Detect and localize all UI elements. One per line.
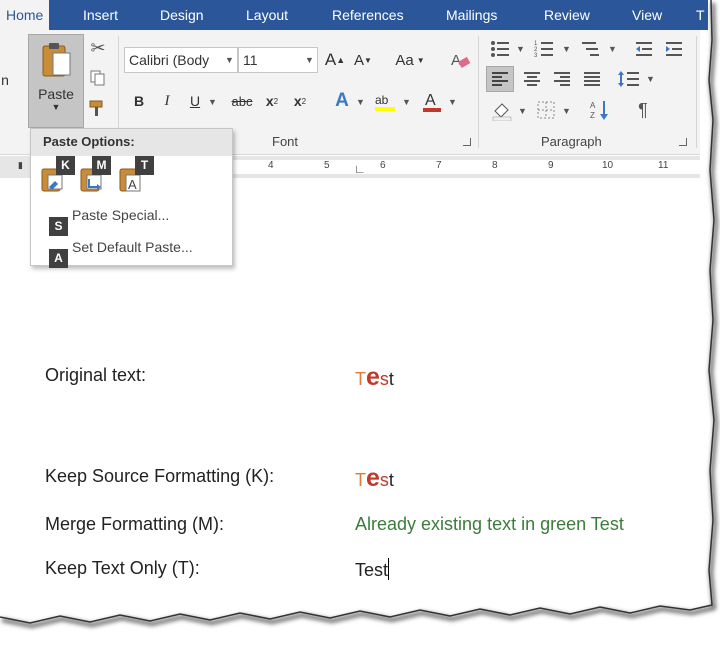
screenshot-frame: Home Insert Design Layout References Mai…: [0, 0, 720, 653]
torn-edge-overlay: [0, 0, 720, 653]
